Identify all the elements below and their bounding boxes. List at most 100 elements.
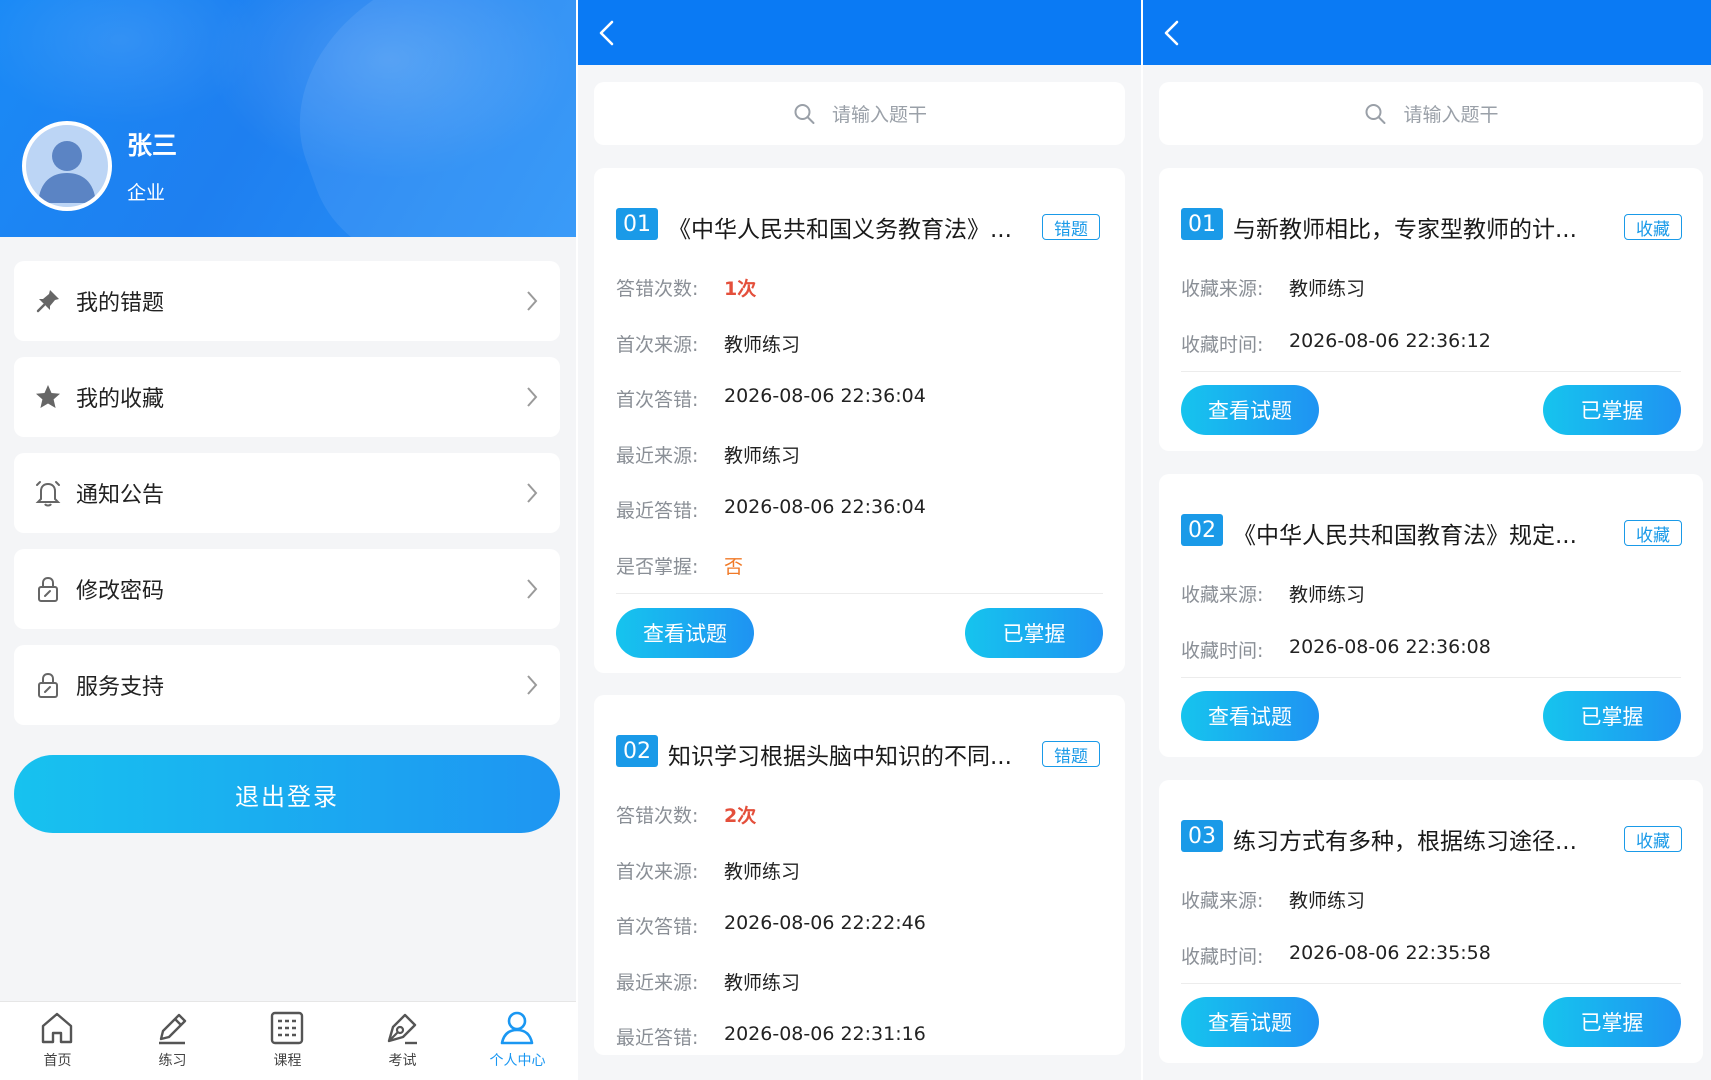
last-time-value: 2026-08-06 22:31:16 — [724, 1023, 926, 1045]
last-time-value: 2026-08-06 22:36:04 — [724, 496, 926, 518]
row-label: 答错次数: — [616, 805, 699, 827]
row-label: 首次来源: — [616, 861, 699, 883]
row-label: 收藏来源: — [1181, 890, 1264, 912]
profile-header: 张三 企业 — [0, 0, 576, 237]
row-label: 最近来源: — [616, 445, 699, 467]
tab-courses[interactable]: 课程 — [230, 1002, 345, 1080]
view-question-button[interactable]: 查看试题 — [1181, 385, 1319, 435]
mark-mastered-button[interactable]: 已掌握 — [1543, 385, 1681, 435]
grid-icon — [270, 1011, 304, 1045]
menu-label: 通知公告 — [76, 483, 165, 508]
first-source-value: 教师练习 — [724, 334, 801, 356]
card-divider — [1181, 371, 1681, 372]
favorite-question-card: 01 与新教师相比，专家型教师的计... 收藏 收藏来源: 教师练习 收藏时间:… — [1159, 168, 1703, 451]
row-label: 收藏时间: — [1181, 946, 1264, 968]
bell-icon — [35, 481, 61, 507]
favorite-question-card: 02 《中华人民共和国教育法》规定... 收藏 收藏来源: 教师练习 收藏时间:… — [1159, 474, 1703, 757]
menu-label: 服务支持 — [76, 675, 165, 700]
menu-item-announcements[interactable]: 通知公告 — [14, 453, 560, 533]
tab-label: 个人中心 — [489, 1053, 546, 1069]
wrong-count-value: 2次 — [724, 805, 757, 827]
menu-item-favorites[interactable]: 我的收藏 — [14, 357, 560, 437]
avatar[interactable] — [22, 121, 112, 211]
card-divider — [616, 593, 1103, 594]
view-question-button[interactable]: 查看试题 — [616, 608, 754, 658]
row-label: 首次答错: — [616, 916, 699, 938]
tab-home[interactable]: 首页 — [0, 1002, 115, 1080]
chevron-right-icon — [527, 483, 538, 503]
tab-exam[interactable]: 考试 — [345, 1002, 460, 1080]
row-label: 首次来源: — [616, 334, 699, 356]
question-title[interactable]: 练习方式有多种，根据练习途径... — [1233, 822, 1625, 856]
favorite-time-value: 2026-08-06 22:35:58 — [1289, 942, 1491, 964]
mark-mastered-button[interactable]: 已掌握 — [1543, 691, 1681, 741]
card-divider — [1181, 983, 1681, 984]
profile-role: 企业 — [127, 182, 166, 204]
chevron-right-icon — [527, 579, 538, 599]
first-time-value: 2026-08-06 22:22:46 — [724, 912, 926, 934]
top-bar — [578, 0, 1141, 65]
logout-button[interactable]: 退出登录 — [14, 755, 560, 833]
question-number: 02 — [616, 735, 658, 767]
tab-label: 练习 — [158, 1053, 187, 1069]
row-label: 最近答错: — [616, 1027, 699, 1049]
question-title[interactable]: 与新教师相比，专家型教师的计... — [1233, 210, 1625, 244]
wrong-question-card: 02 知识学习根据头脑中知识的不同... 错题 答错次数: 2次 首次来源: 教… — [594, 695, 1125, 1055]
menu-label: 修改密码 — [76, 579, 165, 604]
lock-icon — [38, 576, 58, 602]
menu-item-wrong-questions[interactable]: 我的错题 — [14, 261, 560, 341]
pin-icon — [36, 290, 59, 313]
row-label: 最近答错: — [616, 500, 699, 522]
menu-label: 我的收藏 — [76, 387, 165, 412]
tab-profile[interactable]: 个人中心 — [460, 1002, 575, 1080]
mark-mastered-button[interactable]: 已掌握 — [965, 608, 1103, 658]
search-inner: 请输入题干 — [1363, 100, 1499, 127]
question-number: 02 — [1181, 514, 1223, 546]
question-title[interactable]: 《中华人民共和国教育法》规定... — [1233, 516, 1625, 550]
chevron-right-icon — [527, 291, 538, 311]
card-divider — [1181, 677, 1681, 678]
user-icon — [500, 1011, 534, 1045]
wrong-tag-badge: 错题 — [1042, 214, 1100, 240]
question-number: 01 — [616, 208, 658, 240]
search-inner: 请输入题干 — [792, 100, 927, 127]
menu-label: 我的错题 — [76, 291, 165, 316]
row-label: 是否掌握: — [616, 556, 699, 578]
menu-item-service-support[interactable]: 服务支持 — [14, 645, 560, 725]
bottom-tab-bar: 首页 练习 课程 考试 个人中心 — [0, 1001, 576, 1080]
pen-nib-icon — [387, 1013, 417, 1045]
row-label: 收藏时间: — [1181, 334, 1264, 356]
row-label: 答错次数: — [616, 278, 699, 300]
tab-label: 课程 — [273, 1053, 302, 1069]
question-number: 01 — [1181, 208, 1223, 240]
star-icon — [36, 385, 60, 408]
last-source-value: 教师练习 — [724, 445, 801, 467]
wrong-questions-panel: 请输入题干 01 《中华人民共和国义务教育法》... 错题 答错次数: 1次 首… — [578, 0, 1141, 1080]
favorites-panel: 请输入题干 01 与新教师相比，专家型教师的计... 收藏 收藏来源: 教师练习… — [1143, 0, 1711, 1080]
favorite-question-card: 03 练习方式有多种，根据练习途径... 收藏 收藏来源: 教师练习 收藏时间:… — [1159, 780, 1703, 1063]
favorite-tag-badge: 收藏 — [1624, 826, 1682, 852]
row-label: 最近来源: — [616, 972, 699, 994]
view-question-button[interactable]: 查看试题 — [1181, 997, 1319, 1047]
search-placeholder: 请输入题干 — [1403, 104, 1499, 126]
header-decoration — [260, 0, 576, 237]
mark-mastered-button[interactable]: 已掌握 — [1543, 997, 1681, 1047]
mastered-value: 否 — [724, 556, 744, 578]
back-arrow-icon[interactable] — [1157, 16, 1189, 50]
chevron-right-icon — [527, 387, 538, 407]
tab-label: 首页 — [43, 1053, 72, 1069]
first-source-value: 教师练习 — [724, 861, 801, 883]
back-arrow-icon[interactable] — [592, 16, 624, 50]
favorite-time-value: 2026-08-06 22:36:08 — [1289, 636, 1491, 658]
favorite-source-value: 教师练习 — [1289, 584, 1366, 606]
menu-item-change-password[interactable]: 修改密码 — [14, 549, 560, 629]
favorite-tag-badge: 收藏 — [1624, 520, 1682, 546]
question-title[interactable]: 《中华人民共和国义务教育法》... — [668, 210, 1043, 244]
favorite-source-value: 教师练习 — [1289, 278, 1366, 300]
last-source-value: 教师练习 — [724, 972, 801, 994]
view-question-button[interactable]: 查看试题 — [1181, 691, 1319, 741]
tab-practice[interactable]: 练习 — [115, 1002, 230, 1080]
search-input[interactable]: 请输入题干 — [1159, 82, 1703, 145]
question-title[interactable]: 知识学习根据头脑中知识的不同... — [668, 737, 1043, 771]
search-input[interactable]: 请输入题干 — [594, 82, 1125, 145]
